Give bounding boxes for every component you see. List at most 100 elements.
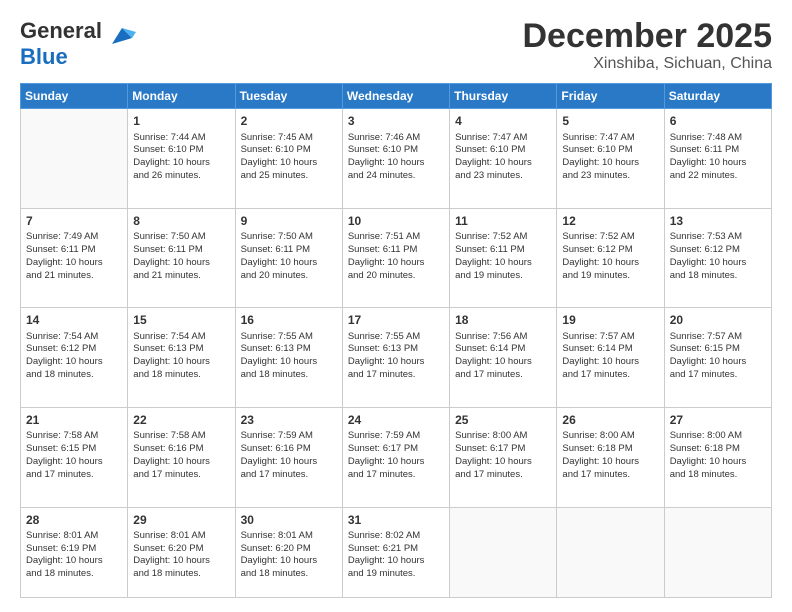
day-number: 29 xyxy=(133,512,229,528)
header: General Blue December 2025 Xinshiba, Sic… xyxy=(20,18,772,73)
day-info: Sunrise: 7:49 AM Sunset: 6:11 PM Dayligh… xyxy=(26,231,122,282)
calendar-week-3: 14 Sunrise: 7:54 AM Sunset: 6:12 PM Dayli… xyxy=(21,308,772,408)
day-number: 25 xyxy=(455,412,551,428)
day-info: Sunrise: 7:59 AM Sunset: 6:17 PM Dayligh… xyxy=(348,430,444,481)
day-info: Sunrise: 8:00 AM Sunset: 6:17 PM Dayligh… xyxy=(455,430,551,481)
col-saturday: Saturday xyxy=(664,84,771,109)
day-info: Sunrise: 7:56 AM Sunset: 6:14 PM Dayligh… xyxy=(455,331,551,382)
calendar-cell: 21 Sunrise: 7:58 AM Sunset: 6:15 PM Dayli… xyxy=(21,407,128,507)
calendar-cell: 20Sunrise: 7:57 AM Sunset: 6:15 PM Dayli… xyxy=(664,308,771,408)
calendar-cell xyxy=(21,109,128,209)
day-info: Sunrise: 8:01 AM Sunset: 6:20 PM Dayligh… xyxy=(133,530,229,581)
col-monday: Monday xyxy=(128,84,235,109)
day-number: 10 xyxy=(348,213,444,229)
col-wednesday: Wednesday xyxy=(342,84,449,109)
calendar-cell: 11 Sunrise: 7:52 AM Sunset: 6:11 PM Dayli… xyxy=(450,208,557,308)
calendar-cell: 8Sunrise: 7:50 AM Sunset: 6:11 PM Daylig… xyxy=(128,208,235,308)
calendar-cell: 28 Sunrise: 8:01 AM Sunset: 6:19 PM Dayli… xyxy=(21,507,128,597)
calendar-cell: 25 Sunrise: 8:00 AM Sunset: 6:17 PM Dayli… xyxy=(450,407,557,507)
day-info: Sunrise: 8:01 AM Sunset: 6:19 PM Dayligh… xyxy=(26,530,122,581)
day-number: 31 xyxy=(348,512,444,528)
day-number: 15 xyxy=(133,312,229,328)
page: General Blue December 2025 Xinshiba, Sic… xyxy=(0,0,792,612)
calendar-cell xyxy=(557,507,664,597)
day-number: 16 xyxy=(241,312,337,328)
month-title: December 2025 xyxy=(522,18,772,55)
calendar-cell: 31Sunrise: 8:02 AM Sunset: 6:21 PM Dayli… xyxy=(342,507,449,597)
day-number: 1 xyxy=(133,113,229,129)
day-number: 18 xyxy=(455,312,551,328)
day-info: Sunrise: 7:47 AM Sunset: 6:10 PM Dayligh… xyxy=(455,132,551,183)
calendar-week-5: 28 Sunrise: 8:01 AM Sunset: 6:19 PM Dayli… xyxy=(21,507,772,597)
calendar-cell: 17Sunrise: 7:55 AM Sunset: 6:13 PM Dayli… xyxy=(342,308,449,408)
day-info: Sunrise: 7:55 AM Sunset: 6:13 PM Dayligh… xyxy=(348,331,444,382)
day-number: 2 xyxy=(241,113,337,129)
calendar-cell: 23 Sunrise: 7:59 AM Sunset: 6:16 PM Dayli… xyxy=(235,407,342,507)
day-info: Sunrise: 7:45 AM Sunset: 6:10 PM Dayligh… xyxy=(241,132,337,183)
logo: General Blue xyxy=(20,18,136,70)
col-sunday: Sunday xyxy=(21,84,128,109)
day-number: 22 xyxy=(133,412,229,428)
logo-icon xyxy=(104,24,136,52)
day-info: Sunrise: 7:50 AM Sunset: 6:11 PM Dayligh… xyxy=(133,231,229,282)
day-number: 13 xyxy=(670,213,766,229)
day-number: 19 xyxy=(562,312,658,328)
day-info: Sunrise: 8:00 AM Sunset: 6:18 PM Dayligh… xyxy=(562,430,658,481)
day-info: Sunrise: 7:58 AM Sunset: 6:15 PM Dayligh… xyxy=(26,430,122,481)
calendar-table: Sunday Monday Tuesday Wednesday Thursday… xyxy=(20,83,772,598)
calendar-cell: 7 Sunrise: 7:49 AM Sunset: 6:11 PM Daylig… xyxy=(21,208,128,308)
day-info: Sunrise: 7:55 AM Sunset: 6:13 PM Dayligh… xyxy=(241,331,337,382)
calendar-cell: 30Sunrise: 8:01 AM Sunset: 6:20 PM Dayli… xyxy=(235,507,342,597)
day-number: 7 xyxy=(26,213,122,229)
day-info: Sunrise: 7:51 AM Sunset: 6:11 PM Dayligh… xyxy=(348,231,444,282)
calendar-cell: 6 Sunrise: 7:48 AM Sunset: 6:11 PM Daylig… xyxy=(664,109,771,209)
day-number: 12 xyxy=(562,213,658,229)
col-friday: Friday xyxy=(557,84,664,109)
day-info: Sunrise: 7:53 AM Sunset: 6:12 PM Dayligh… xyxy=(670,231,766,282)
day-number: 21 xyxy=(26,412,122,428)
day-info: Sunrise: 7:54 AM Sunset: 6:12 PM Dayligh… xyxy=(26,331,122,382)
calendar-cell: 16 Sunrise: 7:55 AM Sunset: 6:13 PM Dayli… xyxy=(235,308,342,408)
day-number: 3 xyxy=(348,113,444,129)
day-info: Sunrise: 7:48 AM Sunset: 6:11 PM Dayligh… xyxy=(670,132,766,183)
day-number: 28 xyxy=(26,512,122,528)
day-info: Sunrise: 7:57 AM Sunset: 6:15 PM Dayligh… xyxy=(670,331,766,382)
calendar-cell: 2 Sunrise: 7:45 AM Sunset: 6:10 PM Daylig… xyxy=(235,109,342,209)
day-info: Sunrise: 7:44 AM Sunset: 6:10 PM Dayligh… xyxy=(133,132,229,183)
calendar-cell xyxy=(664,507,771,597)
day-number: 27 xyxy=(670,412,766,428)
calendar-cell: 5Sunrise: 7:47 AM Sunset: 6:10 PM Daylig… xyxy=(557,109,664,209)
day-number: 9 xyxy=(241,213,337,229)
day-info: Sunrise: 8:01 AM Sunset: 6:20 PM Dayligh… xyxy=(241,530,337,581)
calendar-week-1: 1 Sunrise: 7:44 AM Sunset: 6:10 PM Daylig… xyxy=(21,109,772,209)
day-number: 14 xyxy=(26,312,122,328)
day-info: Sunrise: 8:00 AM Sunset: 6:18 PM Dayligh… xyxy=(670,430,766,481)
day-number: 26 xyxy=(562,412,658,428)
calendar-cell: 13 Sunrise: 7:53 AM Sunset: 6:12 PM Dayli… xyxy=(664,208,771,308)
day-info: Sunrise: 7:59 AM Sunset: 6:16 PM Dayligh… xyxy=(241,430,337,481)
title-area: December 2025 Xinshiba, Sichuan, China xyxy=(522,18,772,73)
calendar-cell: 29 Sunrise: 8:01 AM Sunset: 6:20 PM Dayli… xyxy=(128,507,235,597)
calendar-cell: 14 Sunrise: 7:54 AM Sunset: 6:12 PM Dayli… xyxy=(21,308,128,408)
col-thursday: Thursday xyxy=(450,84,557,109)
day-number: 4 xyxy=(455,113,551,129)
calendar-cell: 19Sunrise: 7:57 AM Sunset: 6:14 PM Dayli… xyxy=(557,308,664,408)
calendar-week-2: 7 Sunrise: 7:49 AM Sunset: 6:11 PM Daylig… xyxy=(21,208,772,308)
day-number: 6 xyxy=(670,113,766,129)
day-number: 11 xyxy=(455,213,551,229)
logo-text: General Blue xyxy=(20,18,102,70)
calendar-cell: 26 Sunrise: 8:00 AM Sunset: 6:18 PM Dayli… xyxy=(557,407,664,507)
calendar-cell: 12 Sunrise: 7:52 AM Sunset: 6:12 PM Dayli… xyxy=(557,208,664,308)
calendar-cell: 1 Sunrise: 7:44 AM Sunset: 6:10 PM Daylig… xyxy=(128,109,235,209)
day-number: 24 xyxy=(348,412,444,428)
day-number: 23 xyxy=(241,412,337,428)
calendar-week-4: 21 Sunrise: 7:58 AM Sunset: 6:15 PM Dayli… xyxy=(21,407,772,507)
col-tuesday: Tuesday xyxy=(235,84,342,109)
location: Xinshiba, Sichuan, China xyxy=(522,55,772,73)
day-info: Sunrise: 7:52 AM Sunset: 6:11 PM Dayligh… xyxy=(455,231,551,282)
calendar-cell: 24 Sunrise: 7:59 AM Sunset: 6:17 PM Dayli… xyxy=(342,407,449,507)
calendar-cell: 15Sunrise: 7:54 AM Sunset: 6:13 PM Dayli… xyxy=(128,308,235,408)
calendar-cell: 3Sunrise: 7:46 AM Sunset: 6:10 PM Daylig… xyxy=(342,109,449,209)
day-info: Sunrise: 7:52 AM Sunset: 6:12 PM Dayligh… xyxy=(562,231,658,282)
day-info: Sunrise: 7:50 AM Sunset: 6:11 PM Dayligh… xyxy=(241,231,337,282)
